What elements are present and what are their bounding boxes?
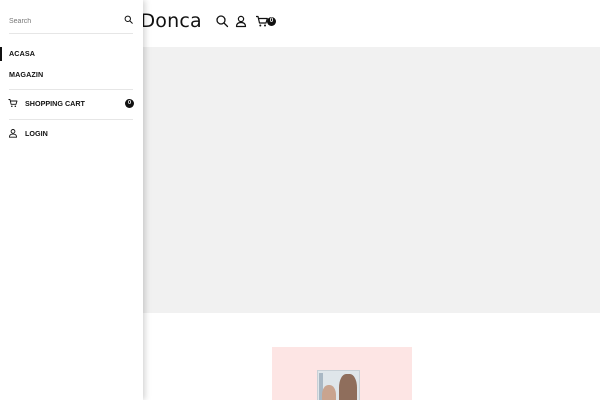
menu-search-form bbox=[9, 10, 133, 34]
menu-cart-label: SHOPPING CART bbox=[25, 99, 85, 108]
user-icon[interactable] bbox=[234, 14, 248, 28]
menu-search-input[interactable] bbox=[9, 15, 117, 27]
mobile-menu-panel: ACASA MAGAZIN SHOPPING CART 0 LOGIN bbox=[0, 0, 143, 400]
menu-divider bbox=[9, 89, 133, 90]
menu-divider bbox=[9, 119, 133, 120]
user-icon bbox=[8, 129, 18, 138]
cart-count-badge: 0 bbox=[125, 99, 134, 108]
product-image[interactable] bbox=[317, 370, 360, 400]
menu-item-label: MAGAZIN bbox=[9, 70, 44, 79]
menu-item-magazin[interactable]: MAGAZIN bbox=[0, 65, 143, 85]
menu-item-acasa[interactable]: ACASA bbox=[0, 44, 143, 64]
product-image-figure-adult bbox=[339, 374, 357, 400]
cart-count-badge: 0 bbox=[267, 17, 276, 26]
product-image-figure-child bbox=[322, 385, 336, 400]
menu-shopping-cart[interactable]: SHOPPING CART 0 bbox=[0, 94, 143, 114]
search-icon[interactable] bbox=[215, 14, 229, 28]
menu-login-label: LOGIN bbox=[25, 129, 48, 138]
search-icon[interactable] bbox=[124, 15, 133, 24]
promo-tile[interactable] bbox=[272, 347, 412, 400]
menu-item-label: ACASA bbox=[9, 49, 36, 58]
menu-login[interactable]: LOGIN bbox=[0, 124, 143, 144]
cart-icon bbox=[8, 99, 18, 108]
